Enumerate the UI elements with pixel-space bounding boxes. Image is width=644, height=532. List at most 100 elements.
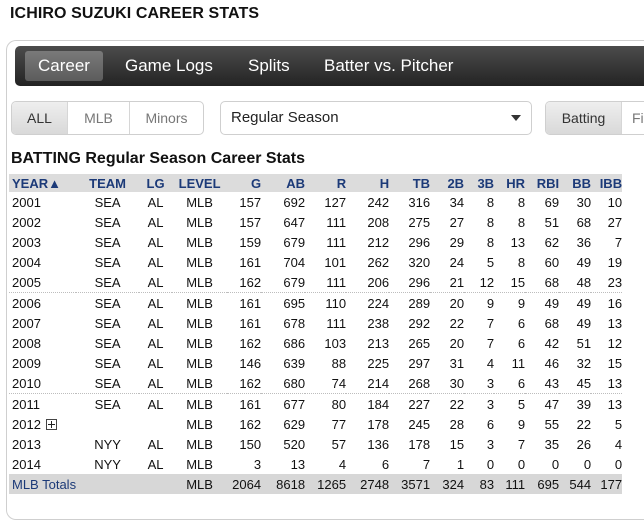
col-g[interactable]: G	[227, 174, 262, 192]
cell-level: MLB	[172, 393, 228, 414]
team-link[interactable]: NYY	[76, 454, 139, 474]
tab-batter-vs-pitcher[interactable]: Batter vs. Pitcher	[324, 51, 453, 81]
cell-h: 238	[367, 315, 390, 331]
col-2b[interactable]: 2B	[430, 174, 465, 192]
cell-ab: 686	[283, 335, 306, 351]
team-link[interactable]: SEA	[76, 232, 139, 252]
team-link[interactable]: SEA	[76, 333, 139, 353]
col-tb[interactable]: TB	[389, 174, 431, 192]
cell-2b: 15	[449, 436, 465, 452]
cell-level: MLB	[186, 335, 213, 351]
caret-down-icon	[511, 115, 521, 121]
team-link[interactable]	[76, 414, 139, 434]
cell-3b: 8	[486, 194, 495, 210]
col-rbi[interactable]: RBI	[525, 174, 560, 192]
cell-bb: 32	[576, 355, 592, 371]
col-ibb[interactable]: IBB	[591, 174, 623, 192]
col-h[interactable]: H	[346, 174, 390, 192]
team-link[interactable]: SEA	[76, 292, 140, 313]
cell-level: MLB	[172, 474, 228, 494]
cell-2b: 20	[449, 335, 465, 351]
table-row: 2006 SEA AL MLB 161 695 110 224 289 20 9…	[9, 292, 623, 313]
cell-2b: 27	[449, 214, 465, 230]
cell-3b: 5	[486, 254, 495, 270]
team-link[interactable]: NYY	[76, 434, 139, 454]
team-link[interactable]: SEA	[76, 192, 139, 212]
cell-g: 150	[239, 436, 262, 452]
cell-level: MLB	[186, 234, 213, 250]
cell-bb: 39	[559, 393, 592, 414]
cell-lg: AL	[147, 194, 164, 210]
team-link[interactable]: SEA	[76, 212, 139, 232]
totals-label: MLB Totals	[9, 474, 77, 494]
tab-splits[interactable]: Splits	[248, 51, 290, 81]
cell-year: 2003	[12, 234, 41, 250]
team-link[interactable]: SEA	[76, 373, 139, 394]
cell-rbi: 62	[544, 234, 560, 250]
col-r[interactable]: R	[305, 174, 347, 192]
col-ab[interactable]: AB	[261, 174, 306, 192]
batting-button[interactable]: Batting	[546, 102, 621, 134]
cell-tb: 296	[408, 274, 431, 290]
col-hr[interactable]: HR	[494, 174, 526, 192]
cell-rbi: 68	[544, 274, 560, 290]
cell-ibb: 16	[591, 292, 623, 313]
cell-ab: 629	[283, 416, 306, 432]
team-link[interactable]: SEA	[76, 313, 139, 333]
col-lg[interactable]: LG	[139, 174, 173, 192]
season-type-select[interactable]: Regular Season	[220, 101, 532, 135]
cell-h: 213	[367, 335, 390, 351]
cell-lg: AL	[147, 436, 164, 452]
cell-g: 161	[239, 315, 262, 331]
team-link[interactable]: SEA	[76, 353, 139, 373]
table-row: 2014 NYY AL MLB 3 13 4 6 7 1 0 0 0 0 0	[9, 454, 622, 474]
cell-g: 157	[239, 194, 262, 210]
cell-tb: 289	[389, 292, 431, 313]
table-row: 2007 SEA AL MLB 161 678 111 238 292 22 7…	[9, 313, 622, 333]
team-link[interactable]: SEA	[76, 252, 139, 272]
team-link[interactable]: SEA	[76, 272, 139, 293]
col-bb[interactable]: BB	[559, 174, 592, 192]
plus-box-icon[interactable]	[45, 418, 57, 430]
table-header-row: YEAR▲ TEAM LG LEVEL G AB R H TB 2B 3B HR…	[9, 174, 623, 192]
filter-minors-button[interactable]: Minors	[129, 102, 203, 134]
col-3b[interactable]: 3B	[464, 174, 495, 192]
cell-hr: 9	[517, 416, 526, 432]
col-team[interactable]: TEAM	[76, 174, 140, 192]
table-row: 2005 SEA AL MLB 162 679 111 206 296 21 1…	[9, 272, 622, 293]
cell-bb: 68	[576, 214, 592, 230]
cell-rbi: 35	[544, 436, 560, 452]
filter-all-button[interactable]: ALL	[12, 102, 67, 134]
col-level[interactable]: LEVEL	[172, 174, 228, 192]
cell-ab: 8618	[261, 474, 306, 494]
cell-h: 2748	[346, 474, 390, 494]
cell-g: 3	[253, 456, 262, 472]
cell-h: 178	[367, 416, 390, 432]
stats-panel: Career Game Logs Splits Batter vs. Pitch…	[6, 40, 644, 520]
cell-ibb: 13	[591, 393, 623, 414]
cell-ibb: 7	[614, 234, 623, 250]
cell-year: 2009	[12, 355, 41, 371]
col-year[interactable]: YEAR▲	[9, 174, 77, 192]
cell-2b: 22	[449, 315, 465, 331]
cell-bb: 36	[576, 234, 592, 250]
cell-g: 161	[227, 393, 262, 414]
cell-g: 2064	[227, 474, 262, 494]
totals-row: MLB Totals MLB 2064 8618 1265 2748 3571 …	[9, 474, 623, 494]
cell-r: 57	[331, 436, 347, 452]
team-link[interactable]: SEA	[76, 393, 140, 414]
cell-year: 2007	[12, 315, 41, 331]
fielding-button[interactable]: Fi	[621, 102, 644, 134]
cell-lg: AL	[147, 335, 164, 351]
cell-ab: 520	[283, 436, 306, 452]
cell-team	[76, 474, 140, 494]
cell-level: MLB	[186, 436, 213, 452]
cell-lg: AL	[147, 274, 164, 290]
tab-game-logs[interactable]: Game Logs	[125, 51, 213, 81]
tab-career[interactable]: Career	[25, 51, 103, 81]
cell-hr: 111	[494, 474, 526, 494]
cell-hr: 9	[494, 292, 526, 313]
filter-mlb-button[interactable]: MLB	[67, 102, 129, 134]
cell-bb: 49	[576, 254, 592, 270]
cell-h: 184	[346, 393, 390, 414]
